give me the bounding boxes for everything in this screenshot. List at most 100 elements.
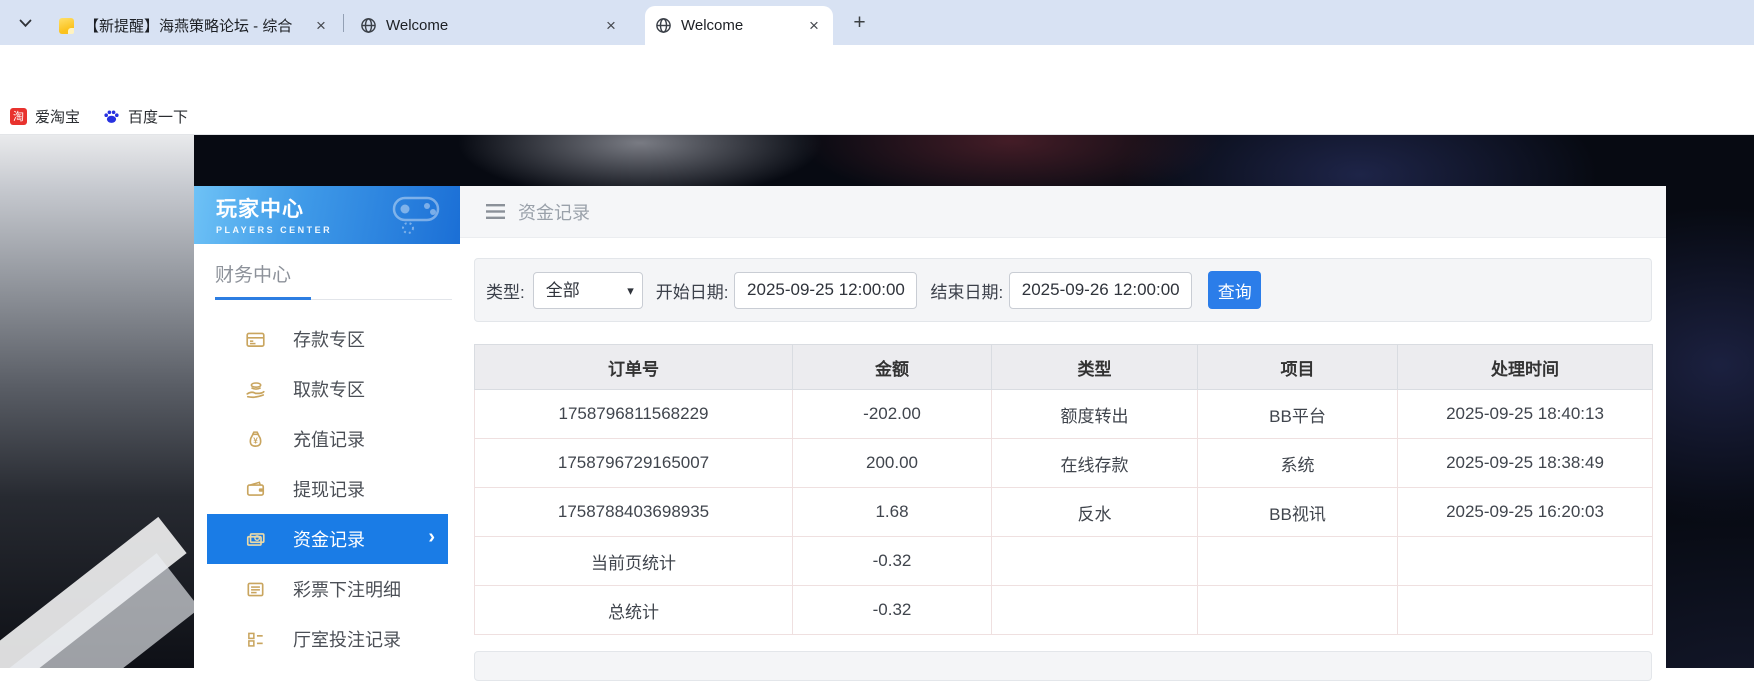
start-date-label: 开始日期: (656, 278, 729, 303)
tab-divider (343, 14, 344, 32)
wallet-icon (245, 479, 266, 500)
sidebar-section-title: 财务中心 (194, 244, 460, 297)
baidu-paw-icon (103, 108, 120, 125)
table-header-row: 订单号金额类型项目处理时间 (475, 345, 1653, 390)
column-header: 项目 (1198, 345, 1398, 390)
deposit-card-icon (245, 329, 266, 350)
tab-strip: 【新提醒】海燕策略论坛 - 综合 × Welcome × Welcome × + (0, 0, 1754, 45)
section-divider (215, 297, 452, 300)
tab-close-icon[interactable]: × (602, 16, 620, 36)
table-row: 当前页统计-0.32 (475, 537, 1653, 586)
moneybag-icon: ¥ (245, 429, 266, 450)
funds-record-table: 订单号金额类型项目处理时间 1758796811568229-202.00额度转… (474, 344, 1653, 635)
table-cell (1198, 586, 1398, 635)
page-title: 资金记录 (518, 199, 590, 225)
bookmark-item[interactable]: 淘爱淘宝 (10, 98, 80, 134)
new-tab-button[interactable]: + (846, 9, 873, 36)
table-cell: 2025-09-25 18:40:13 (1398, 390, 1653, 439)
end-date-label: 结束日期: (930, 278, 1003, 303)
table-row: 总统计-0.32 (475, 586, 1653, 635)
table-cell: BB视讯 (1198, 488, 1398, 537)
table-cell (1398, 586, 1653, 635)
pagination-bar (474, 651, 1652, 681)
column-header: 金额 (793, 345, 992, 390)
table-cell: -0.32 (793, 586, 992, 635)
column-header: 订单号 (475, 345, 793, 390)
table-cell: -0.32 (793, 537, 992, 586)
type-select[interactable]: 全部 (533, 272, 643, 309)
hamburger-icon[interactable] (486, 204, 505, 219)
funds-icon (245, 529, 266, 550)
query-button[interactable]: 查询 (1208, 271, 1261, 309)
sidebar-item[interactable]: 提现记录 (194, 464, 460, 514)
table-cell: 总统计 (475, 586, 793, 635)
main-header: 资金记录 (460, 186, 1666, 238)
tab-title: Welcome (386, 17, 593, 34)
table-cell (992, 586, 1198, 635)
end-date-input[interactable] (1009, 272, 1192, 309)
table-row: 1758796729165007200.00在线存款系统2025-09-25 1… (475, 439, 1653, 488)
type-label: 类型: (486, 278, 525, 303)
tab-title: Welcome (681, 17, 796, 34)
forum-note-icon (58, 17, 75, 34)
sidebar-menu: 存款专区取款专区 ¥ 充值记录提现记录资金记录 › 彩票下注明细厅室投注记录 (194, 314, 460, 664)
tab-close-icon[interactable]: × (312, 16, 330, 36)
column-header: 处理时间 (1398, 345, 1653, 390)
table-cell: 1758788403698935 (475, 488, 793, 537)
table-row: 17587884036989351.68反水BB视讯2025-09-25 16:… (475, 488, 1653, 537)
column-header: 类型 (992, 345, 1198, 390)
lottery-list-icon (245, 579, 266, 600)
main-content: 类型: 全部 ▾ 开始日期: 结束日期: 查询 订单号金额类型项目处理时间 17… (460, 238, 1666, 681)
table-cell (1398, 537, 1653, 586)
tab[interactable]: Welcome × (645, 6, 833, 45)
sidebar-item[interactable]: 取款专区 (194, 364, 460, 414)
sidebar-item[interactable]: 彩票下注明细 (194, 564, 460, 614)
gamepad-icon (390, 192, 446, 236)
table-row: 1758796811568229-202.00额度转出BB平台2025-09-2… (475, 390, 1653, 439)
bookmark-label: 百度一下 (128, 106, 188, 127)
main-panel: 资金记录 类型: 全部 ▾ 开始日期: 结束日期: 查询 订单号金额类型项目处理… (460, 186, 1666, 668)
table-cell: 2025-09-25 16:20:03 (1398, 488, 1653, 537)
tab-search-button[interactable] (14, 12, 36, 34)
sidebar-item[interactable]: ¥ 充值记录 (194, 414, 460, 464)
hall-bet-icon (245, 629, 266, 650)
sidebar-item[interactable]: 资金记录 › (207, 514, 448, 564)
sidebar-item-label: 彩票下注明细 (293, 576, 401, 602)
table-body: 1758796811568229-202.00额度转出BB平台2025-09-2… (475, 390, 1653, 635)
table-cell (1198, 537, 1398, 586)
sidebar-item-label: 提现记录 (293, 476, 365, 502)
sidebar-header: 玩家中心 PLAYERS CENTER (194, 186, 460, 244)
sidebar-item[interactable]: 厅室投注记录 (194, 614, 460, 664)
globe-icon (360, 17, 377, 34)
bookmark-item[interactable]: 百度一下 (103, 98, 188, 134)
bookmark-label: 爱淘宝 (35, 106, 80, 127)
tab-title: 【新提醒】海燕策略论坛 - 综合 (84, 15, 303, 36)
tab-close-icon[interactable]: × (805, 16, 823, 36)
tab[interactable]: 【新提醒】海燕策略论坛 - 综合 × (48, 6, 340, 45)
table-cell: 1758796729165007 (475, 439, 793, 488)
page-background: 玩家中心 PLAYERS CENTER 财务中心 存款专区取款专区 ¥ 充值记录提现… (0, 135, 1754, 668)
table-cell: 1.68 (793, 488, 992, 537)
tab[interactable]: Welcome × (350, 6, 630, 45)
filter-bar: 类型: 全部 ▾ 开始日期: 结束日期: 查询 (474, 258, 1652, 322)
table-cell: 2025-09-25 18:38:49 (1398, 439, 1653, 488)
sidebar-item-label: 资金记录 (293, 526, 365, 552)
table-cell: 额度转出 (992, 390, 1198, 439)
sidebar-item-label: 厅室投注记录 (293, 626, 401, 652)
taobao-icon: 淘 (10, 108, 27, 125)
withdraw-hand-icon (245, 379, 266, 400)
table-cell: 1758796811568229 (475, 390, 793, 439)
sidebar-item-label: 存款专区 (293, 326, 365, 352)
start-date-input[interactable] (734, 272, 917, 309)
player-center-sidebar: 玩家中心 PLAYERS CENTER 财务中心 存款专区取款专区 ¥ 充值记录提现… (194, 186, 460, 668)
chevron-right-icon: › (428, 526, 435, 549)
browser-toolbar: js13.cc/hhcp/usercenter.html?iniType=2 (0, 45, 1754, 98)
table-cell: 200.00 (793, 439, 992, 488)
table-cell: 反水 (992, 488, 1198, 537)
svg-text:¥: ¥ (253, 436, 258, 445)
sidebar-item-label: 取款专区 (293, 376, 365, 402)
sidebar-item-label: 充值记录 (293, 426, 365, 452)
table-cell: 当前页统计 (475, 537, 793, 586)
sidebar-item[interactable]: 存款专区 (194, 314, 460, 364)
table-cell (992, 537, 1198, 586)
